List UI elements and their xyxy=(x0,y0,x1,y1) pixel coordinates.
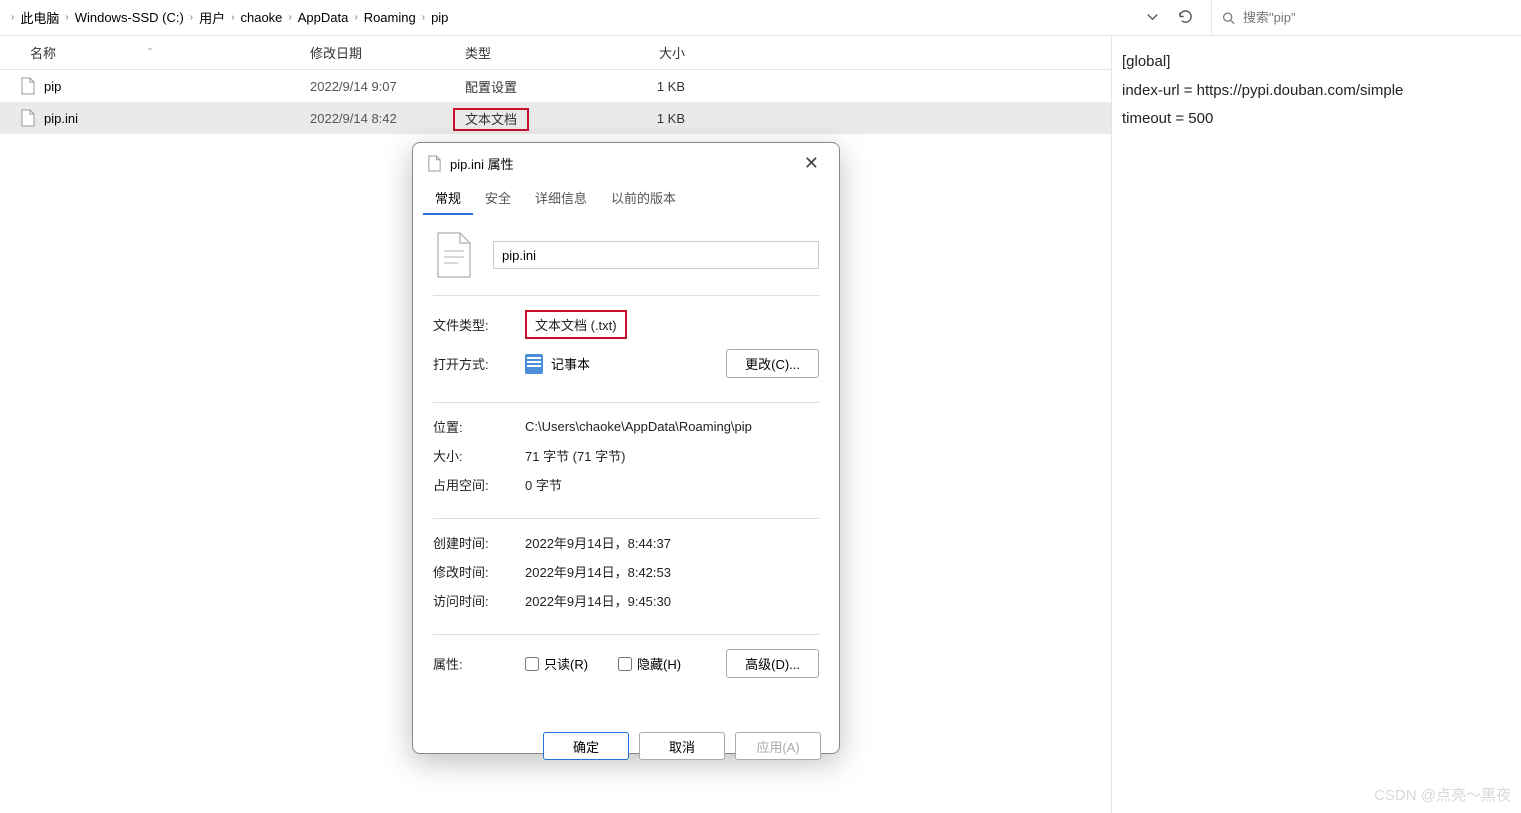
crumb[interactable]: chaoke xyxy=(237,8,285,27)
file-row[interactable]: pip 2022/9/14 9:07 配置设置 1 KB xyxy=(0,70,1111,102)
file-date: 2022/9/14 9:07 xyxy=(310,79,465,94)
label-size: 大小: xyxy=(433,446,525,465)
label-modified: 修改时间: xyxy=(433,562,525,581)
cancel-button[interactable]: 取消 xyxy=(639,732,725,760)
col-type[interactable]: 类型 xyxy=(465,43,605,62)
file-date: 2022/9/14 8:42 xyxy=(310,111,465,126)
breadcrumb[interactable]: › 此电脑› Windows-SSD (C:)› 用户› chaoke› App… xyxy=(0,6,1127,29)
preview-line: index-url = https://pypi.douban.com/simp… xyxy=(1122,77,1511,106)
label-created: 创建时间: xyxy=(433,533,525,552)
preview-panel: [global] index-url = https://pypi.douban… xyxy=(1111,36,1521,813)
tab-security[interactable]: 安全 xyxy=(473,180,523,215)
advanced-button[interactable]: 高级(D)... xyxy=(726,649,819,678)
file-icon xyxy=(427,155,442,172)
close-icon[interactable]: ✕ xyxy=(798,153,825,174)
checkbox-hidden[interactable]: 隐藏(H) xyxy=(618,654,681,673)
col-date[interactable]: 修改日期 xyxy=(310,43,465,62)
refresh-icon[interactable] xyxy=(1178,9,1193,27)
crumb[interactable]: 用户 xyxy=(196,6,228,29)
search-input[interactable] xyxy=(1243,10,1511,25)
crumb[interactable]: Windows-SSD (C:) xyxy=(72,8,187,27)
file-icon xyxy=(20,77,36,95)
value-size: 71 字节 (71 字节) xyxy=(525,446,819,465)
crumb[interactable]: AppData xyxy=(295,8,352,27)
column-headers[interactable]: 名称 ⌃ 修改日期 类型 大小 xyxy=(0,36,1111,70)
file-icon xyxy=(20,109,36,127)
value-sizeondisk: 0 字节 xyxy=(525,475,819,494)
preview-line: [global] xyxy=(1122,48,1511,77)
col-name[interactable]: 名称 xyxy=(30,43,56,62)
tab-details[interactable]: 详细信息 xyxy=(523,180,599,215)
tab-general[interactable]: 常规 xyxy=(423,180,473,215)
label-accessed: 访问时间: xyxy=(433,591,525,610)
file-icon-large xyxy=(433,231,475,279)
dialog-title: pip.ini 属性 xyxy=(450,154,790,173)
label-filetype: 文件类型: xyxy=(433,315,525,334)
watermark: CSDN @点亮～黑夜 xyxy=(1374,784,1511,805)
file-name: pip.ini xyxy=(44,111,78,126)
file-size: 1 KB xyxy=(605,111,685,126)
label-attributes: 属性: xyxy=(433,654,525,673)
filename-input[interactable] xyxy=(493,241,819,269)
label-location: 位置: xyxy=(433,417,525,436)
value-modified: 2022年9月14日，8:42:53 xyxy=(525,562,819,581)
value-location: C:\Users\chaoke\AppData\Roaming\pip xyxy=(525,419,819,434)
checkbox-readonly[interactable]: 只读(R) xyxy=(525,654,588,673)
tabs: 常规 安全 详细信息 以前的版本 xyxy=(413,180,839,215)
file-name: pip xyxy=(44,79,61,94)
col-size[interactable]: 大小 xyxy=(605,43,685,62)
apply-button[interactable]: 应用(A) xyxy=(735,732,821,760)
crumb[interactable]: pip xyxy=(428,8,451,27)
label-sizeondisk: 占用空间: xyxy=(433,475,525,494)
chevron-down-icon[interactable] xyxy=(1145,9,1160,27)
value-accessed: 2022年9月14日，9:45:30 xyxy=(525,591,819,610)
notepad-icon xyxy=(525,354,543,374)
search-icon xyxy=(1222,11,1235,25)
value-created: 2022年9月14日，8:44:37 xyxy=(525,533,819,552)
preview-line: timeout = 500 xyxy=(1122,105,1511,134)
label-openwith: 打开方式: xyxy=(433,354,525,373)
sort-indicator: ⌃ xyxy=(146,47,154,58)
tab-previous[interactable]: 以前的版本 xyxy=(599,180,688,215)
file-type-highlighted: 文本文档 xyxy=(453,108,529,131)
value-openwith: 记事本 xyxy=(551,354,590,373)
crumb[interactable]: Roaming xyxy=(361,8,419,27)
search-box[interactable] xyxy=(1211,0,1521,35)
ok-button[interactable]: 确定 xyxy=(543,732,629,760)
crumb[interactable]: 此电脑 xyxy=(17,6,62,29)
file-type: 配置设置 xyxy=(465,77,605,96)
change-button[interactable]: 更改(C)... xyxy=(726,349,819,378)
value-filetype-highlighted: 文本文档 (.txt) xyxy=(525,310,627,339)
file-row[interactable]: pip.ini 2022/9/14 8:42 文本文档 1 KB xyxy=(0,102,1111,134)
file-size: 1 KB xyxy=(605,79,685,94)
properties-dialog: pip.ini 属性 ✕ 常规 安全 详细信息 以前的版本 文件类型: 文本文档… xyxy=(412,142,840,754)
